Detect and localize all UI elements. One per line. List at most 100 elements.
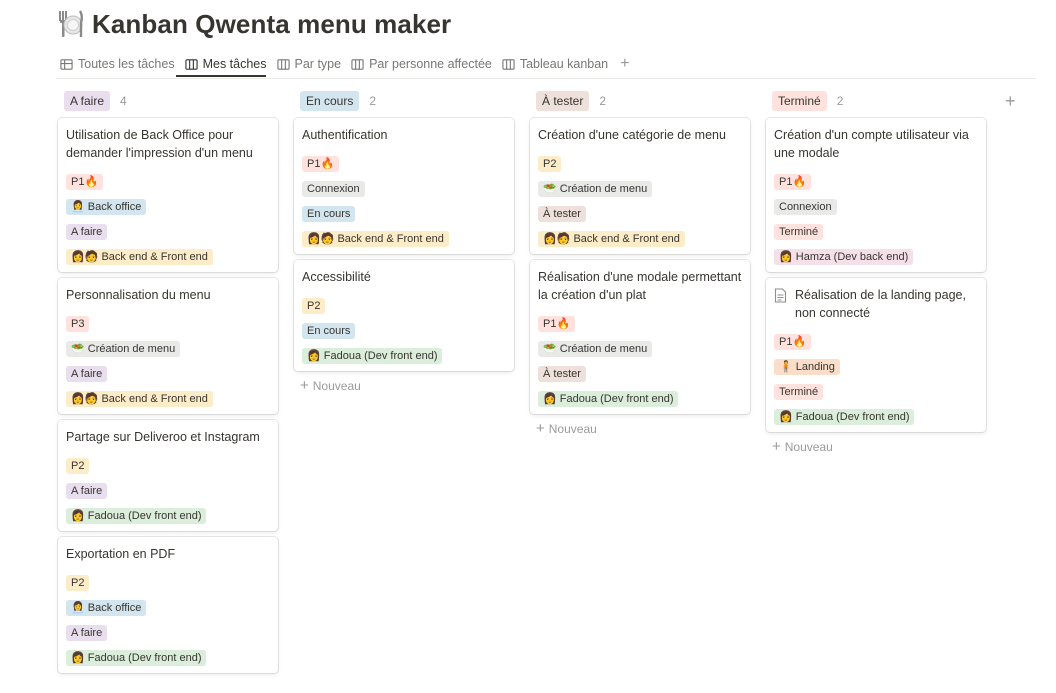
card-title-row: Authentification (302, 126, 506, 148)
property-tag: 🥗 Création de menu (538, 340, 653, 357)
task-card[interactable]: Création d'une catégorie de menu P2 🥗 Créa… (530, 118, 750, 254)
property-tag: 👩 Hamza (Dev back end) (774, 248, 914, 265)
card-property: 👩 Fadoua (Dev front end) (66, 648, 270, 667)
card-title: Exportation en PDF (66, 547, 176, 561)
card-title-row: Exportation en PDF (66, 545, 270, 567)
card-title: Réalisation d'une modale permettant la c… (538, 270, 742, 302)
tab-toutes-les-taches[interactable]: Toutes les tâches (56, 52, 181, 76)
property-tag: En cours (302, 205, 356, 222)
property-tag: Connexion (302, 180, 365, 197)
card-property: P1🔥 (774, 332, 978, 351)
property-tag: 🧍 Landing (774, 358, 840, 375)
card-property: 👩🧑 Back end & Front end (538, 229, 742, 248)
card-title-row: Accessibilité (302, 268, 506, 290)
new-card-button[interactable]: + Nouveau (536, 420, 750, 437)
tab-tableau-kanban[interactable]: Tableau kanban (498, 52, 614, 76)
page-icon (774, 288, 787, 303)
card-title-row: Utilisation de Back Office pour demander… (66, 126, 270, 166)
tabs-divider (56, 78, 1036, 79)
tab-label: Tableau kanban (519, 57, 609, 71)
plate-cutlery-icon[interactable] (56, 8, 84, 40)
column-status-tag: À tester (536, 91, 590, 111)
column-header[interactable]: A faire 4 (64, 90, 278, 112)
tab-label: Mes tâches (202, 57, 267, 71)
task-card[interactable]: Réalisation d'une modale permettant la c… (530, 260, 750, 414)
column-header[interactable]: Terminé 2 (772, 90, 986, 112)
task-card[interactable]: Authentification P1🔥 Connexion En cours 👩🧑 B… (294, 118, 514, 254)
new-card-button[interactable]: + Nouveau (772, 439, 986, 454)
task-card[interactable]: Création d'un compte utilisateur via une… (766, 118, 986, 272)
task-card[interactable]: Partage sur Deliveroo et Instagram P2 A fa… (58, 420, 278, 531)
property-tag: 🥗 Création de menu (538, 180, 653, 197)
property-tag: A faire (66, 482, 108, 499)
page-header: Kanban Qwenta menu maker (56, 6, 451, 42)
card-property: À tester (538, 204, 742, 223)
column-header[interactable]: À tester 2 (536, 90, 750, 112)
card-property: 🥗 Création de menu (66, 339, 270, 358)
add-view-icon[interactable]: + (614, 52, 635, 76)
property-tag: 👩 Fadoua (Dev front end) (66, 507, 207, 524)
column-count: 2 (836, 94, 844, 108)
property-tag: Terminé (774, 223, 824, 240)
card-property: 👩 Fadoua (Dev front end) (302, 346, 506, 365)
column-header[interactable]: En cours 2 (300, 90, 514, 112)
card-property: 👩 Fadoua (Dev front end) (774, 407, 978, 426)
card-title: Création d'une catégorie de menu (538, 128, 726, 142)
property-tag: 👩‍💼 Back office (66, 198, 147, 215)
property-tag: P1🔥 (302, 155, 340, 172)
task-card[interactable]: Personnalisation du menu P3 🥗 Création de … (58, 278, 278, 414)
card-property: 👩‍💼 Back office (66, 197, 270, 216)
plus-icon: + (536, 420, 545, 437)
card-property: P1🔥 (774, 172, 978, 191)
column-status-tag: En cours (300, 91, 360, 111)
card-property: Terminé (774, 222, 978, 241)
new-card-button[interactable]: + Nouveau (300, 378, 514, 393)
property-tag: 👩 Fadoua (Dev front end) (66, 649, 207, 666)
card-property: A faire (66, 481, 270, 500)
card-title-row: Partage sur Deliveroo et Instagram (66, 428, 270, 450)
card-property: 👩 Fadoua (Dev front end) (66, 506, 270, 525)
card-title: Accessibilité (302, 270, 371, 284)
property-tag: P1🔥 (774, 333, 812, 350)
column-status-tag: Terminé (772, 91, 827, 111)
card-title: Utilisation de Back Office pour demander… (66, 128, 253, 160)
column-count: 4 (120, 94, 127, 108)
task-card[interactable]: Utilisation de Back Office pour demander… (58, 118, 278, 272)
card-title-row: Réalisation de la landing page, non conn… (774, 286, 978, 326)
card-property: P1🔥 (66, 172, 270, 191)
page-title: Kanban Qwenta menu maker (92, 8, 452, 39)
card-property: 🥗 Création de menu (538, 179, 742, 198)
task-card[interactable]: Accessibilité P2 En cours 👩 Fadoua (Dev fro… (294, 260, 514, 371)
property-tag: 🥗 Création de menu (66, 340, 181, 357)
tab-label: Par type (294, 57, 342, 71)
card-property: 👩🧑 Back end & Front end (302, 229, 506, 248)
card-title: Personnalisation du menu (66, 288, 211, 302)
task-card[interactable]: Exportation en PDF P2 👩‍💼 Back office A fai… (58, 537, 278, 673)
tab-par-personne-affectee[interactable]: Par personne affectée (347, 52, 498, 76)
property-tag: Connexion (774, 198, 837, 215)
active-tab-indicator (176, 75, 266, 77)
card-title-row: Personnalisation du menu (66, 286, 270, 308)
column-status-tag: A faire (64, 91, 111, 111)
card-property: P2 (538, 154, 742, 173)
card-property: Connexion (302, 179, 506, 198)
property-tag: P3 (66, 315, 90, 332)
property-tag: 👩‍💼 Back office (66, 599, 147, 616)
tab-par-type[interactable]: Par type (273, 52, 348, 76)
property-tag: P2 (66, 457, 90, 474)
card-property: A faire (66, 364, 270, 383)
board-column: A faire 4 Utilisation de Back Office pour … (58, 90, 278, 679)
add-group-icon[interactable]: + (1005, 91, 1016, 112)
card-title-row: Création d'une catégorie de menu (538, 126, 742, 148)
new-card-label: Nouveau (784, 440, 833, 454)
property-tag: P1🔥 (774, 173, 812, 190)
board-icon (502, 58, 515, 70)
card-property: En cours (302, 321, 506, 340)
card-property: 👩 Hamza (Dev back end) (774, 247, 978, 266)
new-card-label: Nouveau (548, 422, 597, 436)
table-icon (60, 58, 73, 70)
tab-mes-taches[interactable]: Mes tâches (181, 52, 273, 76)
task-card[interactable]: Réalisation de la landing page, non conn… (766, 278, 986, 432)
card-property: A faire (66, 222, 270, 241)
card-title-row: Réalisation d'une modale permettant la c… (538, 268, 742, 308)
